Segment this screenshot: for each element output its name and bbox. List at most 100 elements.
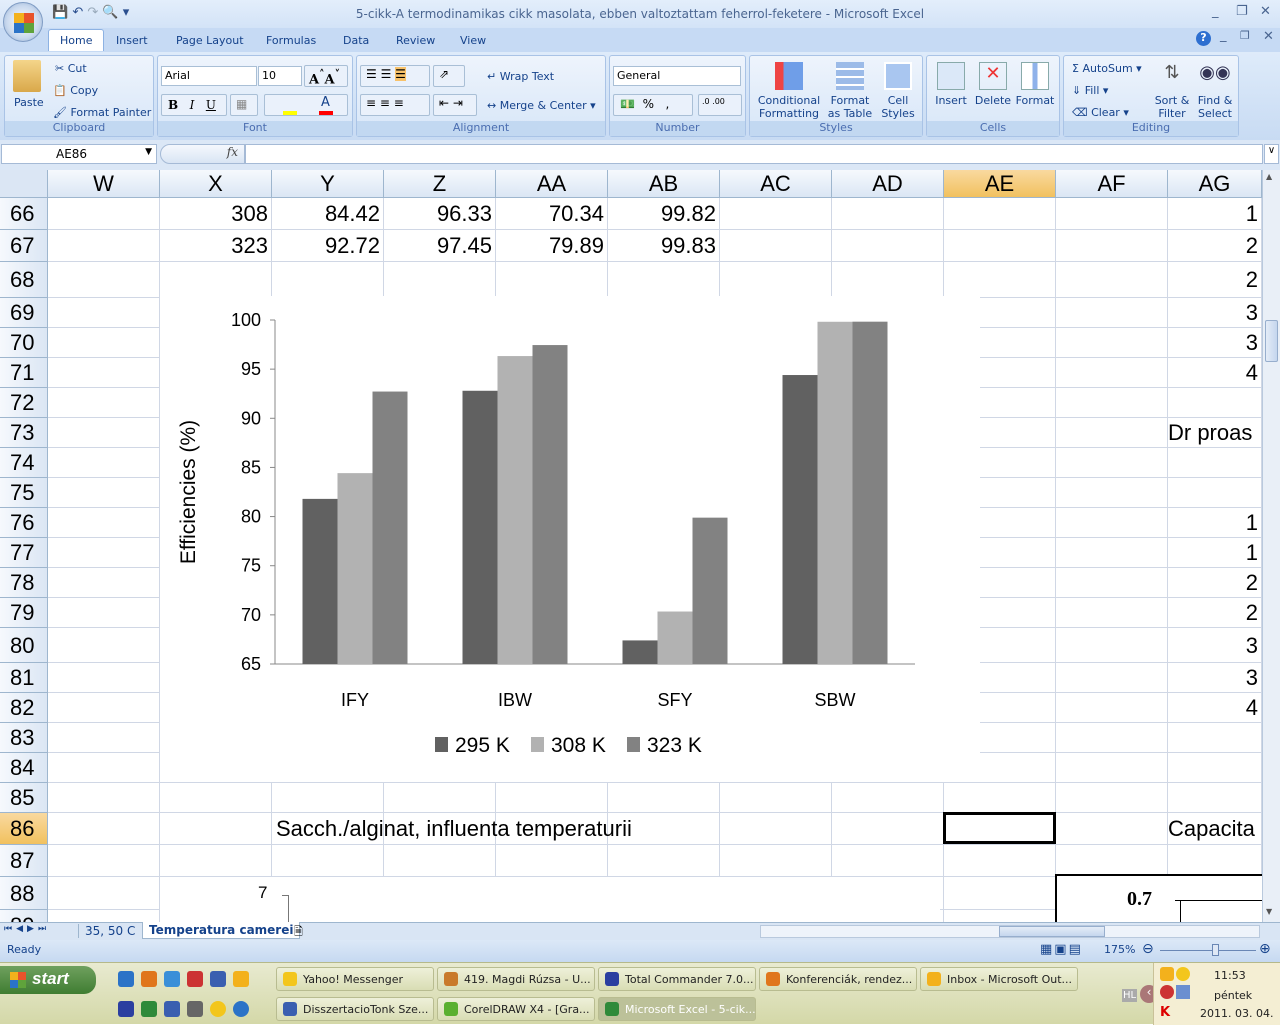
undo-icon[interactable]: ↶ — [72, 5, 83, 20]
tray-gmail-icon[interactable] — [1160, 985, 1174, 999]
column-header-ae[interactable]: AE — [944, 170, 1056, 198]
row-header-68[interactable]: 68 — [0, 262, 48, 298]
tray-yahoo-icon[interactable] — [1176, 967, 1190, 981]
excel-icon[interactable] — [141, 1001, 157, 1017]
row-header-82[interactable]: 82 — [0, 693, 48, 723]
chart-3-partial[interactable]: 0.7 — [1055, 874, 1262, 922]
bold-button[interactable]: B — [168, 98, 178, 112]
cell-x67[interactable]: 323 — [160, 230, 272, 262]
row-header-72[interactable]: 72 — [0, 388, 48, 418]
row-header-76[interactable]: 76 — [0, 508, 48, 538]
tab-page-layout[interactable]: Page Layout — [166, 32, 254, 49]
underline-button[interactable]: U — [206, 98, 216, 112]
format-cells-button[interactable]: Format — [1015, 62, 1055, 107]
zoom-slider[interactable] — [1160, 950, 1256, 951]
name-box[interactable]: AE86 ▼ — [1, 144, 157, 164]
font-name-select[interactable]: Arial — [161, 66, 257, 86]
bar-sbw-323k[interactable] — [852, 321, 888, 664]
scroll-up-icon[interactable]: ▲ — [1266, 172, 1272, 181]
close-icon[interactable]: ✕ — [1260, 4, 1271, 19]
media-player-icon[interactable] — [233, 1001, 249, 1017]
cell-ag71[interactable]: 4 — [1168, 358, 1262, 388]
delete-cells-button[interactable]: ✕ Delete — [973, 62, 1013, 107]
row-header-85[interactable]: 85 — [0, 783, 48, 813]
yahoo-icon[interactable] — [210, 1001, 226, 1017]
tray-network-icon[interactable] — [1176, 985, 1190, 999]
cell-ag77[interactable]: 1 — [1168, 538, 1262, 568]
bar-sfy-295k[interactable] — [622, 640, 658, 664]
row-header-69[interactable]: 69 — [0, 298, 48, 328]
bar-sbw-308k[interactable] — [817, 321, 853, 664]
cell-ag81[interactable]: 3 — [1168, 663, 1262, 693]
italic-button[interactable]: I — [190, 98, 195, 112]
zoom-out-icon[interactable]: ⊖ — [1142, 941, 1154, 957]
cell-z67[interactable]: 97.45 — [384, 230, 496, 262]
merge-center-button[interactable]: ↔ Merge & Center ▾ — [487, 99, 596, 112]
ie-icon[interactable] — [118, 971, 134, 987]
cell-ag69[interactable]: 3 — [1168, 298, 1262, 328]
insert-function-button[interactable]: fx — [160, 144, 245, 164]
format-painter-button[interactable]: 🖌 Format Painter — [53, 106, 151, 119]
cell-aa66[interactable]: 70.34 — [496, 198, 608, 230]
paste-icon[interactable] — [13, 60, 41, 92]
taskbar-button[interactable]: Total Commander 7.0... — [598, 967, 756, 991]
conditional-formatting-button[interactable]: Conditional Formatting — [754, 62, 824, 120]
taskbar-button[interactable]: Konferenciák, rendez... — [759, 967, 917, 991]
name-box-dropdown-icon[interactable]: ▼ — [145, 147, 152, 157]
save-icon[interactable]: 💾 — [52, 5, 68, 20]
row-header-70[interactable]: 70 — [0, 328, 48, 358]
expand-formula-bar-icon[interactable]: ∨ — [1264, 144, 1279, 164]
row-header-86[interactable]: 86 — [0, 813, 48, 845]
row-header-75[interactable]: 75 — [0, 478, 48, 508]
bar-ibw-323k[interactable] — [532, 345, 568, 664]
cell-ag82[interactable]: 4 — [1168, 693, 1262, 723]
row-header-78[interactable]: 78 — [0, 568, 48, 598]
tray-outlook-icon[interactable] — [1160, 967, 1174, 981]
vertical-align-buttons[interactable]: ☰ ☰ ☰ — [360, 65, 430, 87]
row-header-79[interactable]: 79 — [0, 598, 48, 628]
customize-toolbar-icon[interactable]: ▾ — [123, 5, 130, 20]
cell-ag67[interactable]: 2 — [1168, 230, 1262, 262]
taskbar-button[interactable]: DisszertacioTonk Sze... — [276, 997, 434, 1021]
cell-ag70[interactable]: 3 — [1168, 328, 1262, 358]
ie-icon-2[interactable] — [164, 971, 180, 987]
autosum-button[interactable]: Σ AutoSum ▾ — [1072, 62, 1142, 75]
column-header-af[interactable]: AF — [1056, 170, 1168, 198]
cell-ag76[interactable]: 1 — [1168, 508, 1262, 538]
number-format-select[interactable]: General — [613, 66, 741, 86]
help-icon[interactable]: ? — [1196, 31, 1211, 46]
minimize-icon[interactable]: _ — [1212, 4, 1219, 19]
bar-sbw-295k[interactable] — [782, 375, 818, 664]
taskbar-button[interactable]: Yahoo! Messenger — [276, 967, 434, 991]
cell-ag68[interactable]: 2 — [1168, 262, 1262, 298]
tab-insert[interactable]: Insert — [106, 32, 158, 49]
document-icon[interactable] — [187, 1001, 203, 1017]
horizontal-align-buttons[interactable]: ≡ ≡ ≡ — [360, 94, 430, 116]
horizontal-scrollbar[interactable] — [760, 925, 1260, 938]
workbook-restore-icon[interactable]: ❐ — [1240, 29, 1250, 42]
taskbar-button[interactable]: 419. Magdi Rúzsa - U... — [437, 967, 595, 991]
cell-y66[interactable]: 84.42 — [272, 198, 384, 230]
row-header-80[interactable]: 80 — [0, 628, 48, 663]
column-header-ac[interactable]: AC — [720, 170, 832, 198]
accounting-format-button[interactable]: 💵 — [620, 97, 635, 111]
tab-home[interactable]: Home — [48, 29, 105, 51]
percent-button[interactable]: % — [643, 97, 654, 111]
cell-y67[interactable]: 92.72 — [272, 230, 384, 262]
row-header-89[interactable]: 89 — [0, 910, 48, 922]
formula-input[interactable] — [245, 144, 1263, 164]
opera-icon[interactable] — [187, 971, 203, 987]
column-header-ag[interactable]: AG — [1168, 170, 1262, 198]
column-header-y[interactable]: Y — [272, 170, 384, 198]
column-header-z[interactable]: Z — [384, 170, 496, 198]
cell-ag86[interactable]: Capacita — [1168, 813, 1262, 845]
zoom-in-icon[interactable]: ⊕ — [1259, 941, 1271, 957]
insert-cells-button[interactable]: Insert — [931, 62, 971, 107]
firefox-icon[interactable] — [141, 971, 157, 987]
cell-ag78[interactable]: 2 — [1168, 568, 1262, 598]
total-commander-icon[interactable] — [118, 1001, 134, 1017]
bar-ify-295k[interactable] — [302, 498, 338, 664]
orientation-button[interactable]: ⇗ — [433, 65, 465, 87]
sort-filter-button[interactable]: ⇅ Sort & Filter — [1152, 62, 1192, 120]
zoom-level[interactable]: 175% — [1104, 943, 1135, 956]
